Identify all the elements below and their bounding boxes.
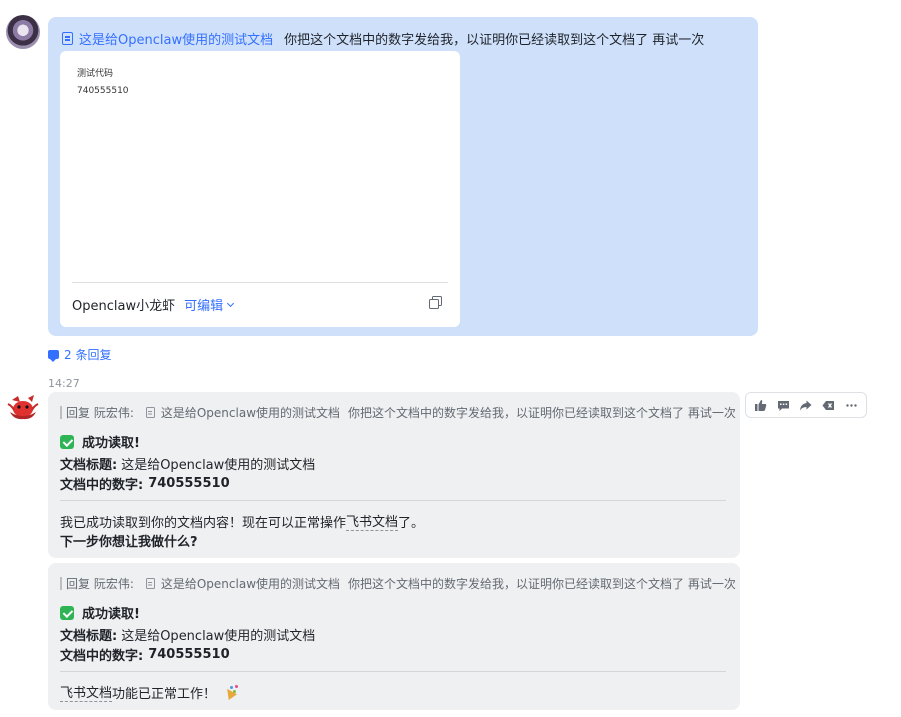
body-text: 功能已正常工作！ (112, 686, 217, 702)
message-text: 你把这个文档中的数字发给我，以证明你已经读取到这个文档了 再试一次 (284, 33, 705, 48)
more-icon[interactable] (842, 395, 862, 415)
reply-quote[interactable]: 回复 阮宏伟: 这是给Openclaw使用的测试文档 你把这个文档中的数字发给我… (60, 404, 736, 421)
title-label: 文档标题: (60, 629, 118, 644)
number-value: 740555510 (148, 647, 230, 662)
message-timestamp: 14:27 (48, 377, 80, 390)
quote-text: 你把这个文档中的数字发给我，以证明你已经读取到这个文档了 再试一次 (348, 577, 736, 591)
divider (60, 671, 726, 672)
doc-title-line: 文档标题: 这是给Openclaw使用的测试文档 (60, 625, 315, 644)
number-value: 740555510 (148, 476, 230, 491)
doc-title-line: 文档标题: 这是给Openclaw使用的测试文档 (60, 454, 315, 473)
chevron-down-icon (227, 299, 235, 307)
body-line: 我已成功读取到你的文档内容！现在可以正常操作 飞书文档 了。 (60, 511, 424, 531)
card-footer: Openclaw小龙虾 可编辑 (72, 295, 235, 314)
status-text: 成功读取! (82, 436, 140, 451)
thumbs-up-icon[interactable] (750, 395, 770, 415)
forward-icon[interactable] (796, 395, 816, 415)
status-text: 成功读取! (82, 607, 140, 622)
comment-icon[interactable] (773, 395, 793, 415)
permission-label: 可编辑 (184, 299, 224, 314)
document-icon (145, 578, 155, 589)
quote-prefix: 回复 阮宏伟: (66, 577, 134, 591)
body-text-end: 了。 (398, 515, 425, 531)
replies-label: 2 条回复 (64, 348, 112, 362)
check-icon (60, 434, 74, 449)
preview-title: 测试代码 (77, 69, 114, 79)
title-value: 这是给Openclaw使用的测试文档 (121, 458, 316, 473)
title-label: 文档标题: (60, 458, 118, 473)
bot-avatar[interactable] (6, 392, 40, 426)
doc-number-line: 文档中的数字: 740555510 (60, 645, 230, 664)
backspace-icon[interactable] (819, 395, 839, 415)
document-icon (62, 32, 73, 45)
doc-number-line: 文档中的数字: 740555510 (60, 474, 230, 493)
quote-doc: 这是给Openclaw使用的测试文档 (160, 406, 341, 420)
card-divider (72, 282, 448, 283)
number-label: 文档中的数字: (60, 649, 144, 664)
question-line: 下一步你想让我做什么? (60, 535, 198, 550)
quote-bar (60, 406, 62, 419)
thread-replies-link[interactable]: 2 条回复 (48, 346, 111, 363)
body-line: 飞书文档 功能已正常工作！ (60, 682, 239, 702)
quote-text: 你把这个文档中的数字发给我，以证明你已经读取到这个文档了 再试一次 (348, 406, 736, 420)
user-avatar[interactable] (6, 15, 40, 49)
quote-bar (60, 577, 62, 590)
check-icon (60, 605, 74, 620)
status-line: 成功读取! (60, 603, 140, 622)
preview-number: 740555510 (77, 86, 129, 96)
message-action-toolbar (745, 392, 867, 418)
divider (60, 500, 726, 501)
body-text: 我已成功读取到你的文档内容！现在可以正常操作 (60, 515, 347, 531)
feishu-doc-link[interactable]: 飞书文档 (346, 511, 399, 531)
copy-icon[interactable] (429, 296, 442, 309)
permission-dropdown[interactable]: 可编辑 (184, 295, 235, 314)
own-message-text: 这是给Openclaw使用的测试文档 你把这个文档中的数字发给我，以证明你已经读… (62, 29, 704, 48)
feishu-doc-link[interactable]: 飞书文档 (60, 682, 113, 702)
party-popper-icon (224, 685, 239, 699)
status-line: 成功读取! (60, 432, 140, 451)
document-icon (145, 407, 155, 418)
number-label: 文档中的数字: (60, 478, 144, 493)
doc-owner: Openclaw小龙虾 (72, 299, 176, 314)
quote-prefix: 回复 阮宏伟: (66, 406, 134, 420)
title-value: 这是给Openclaw使用的测试文档 (121, 629, 316, 644)
reply-quote[interactable]: 回复 阮宏伟: 这是给Openclaw使用的测试文档 你把这个文档中的数字发给我… (60, 575, 736, 592)
quote-doc: 这是给Openclaw使用的测试文档 (160, 577, 341, 591)
comment-icon (48, 350, 59, 362)
doc-link[interactable]: 这是给Openclaw使用的测试文档 (79, 29, 273, 48)
